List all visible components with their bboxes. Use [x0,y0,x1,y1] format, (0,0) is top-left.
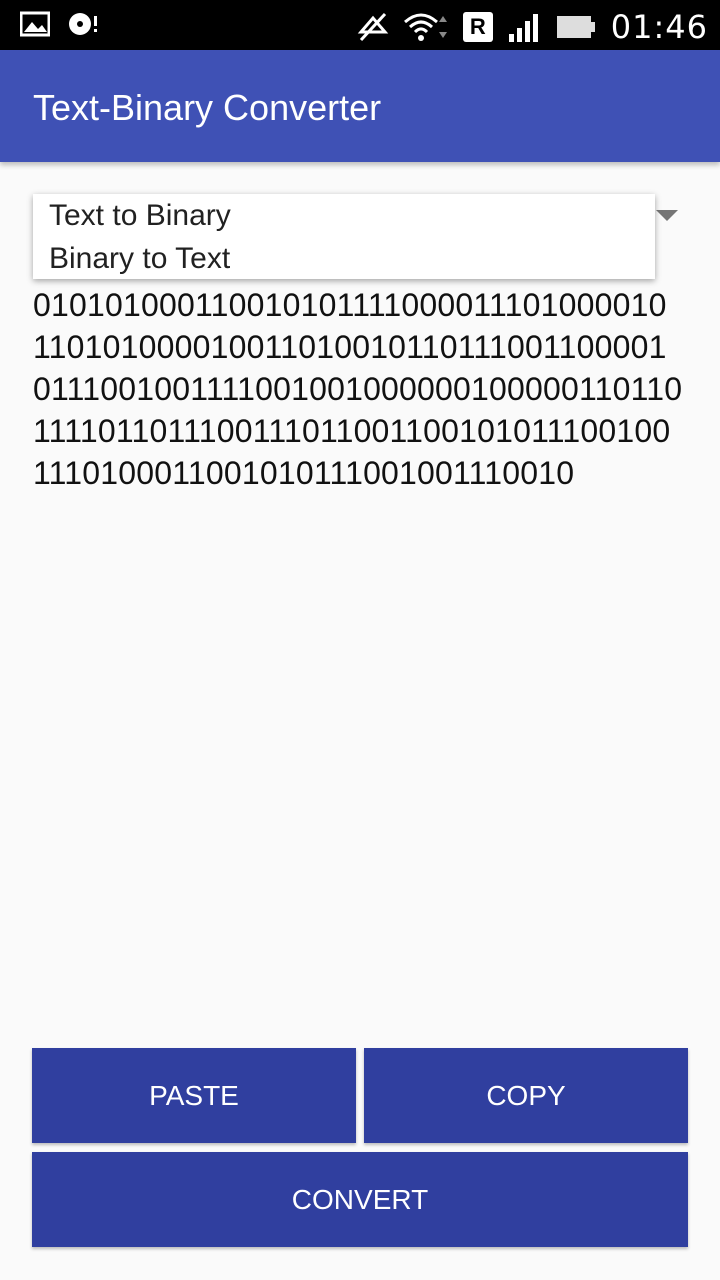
option-binary-to-text[interactable]: Binary to Text [33,237,655,280]
app-bar: Text-Binary Converter [0,50,720,162]
signal-icon [507,12,541,42]
clock: 01:46 [610,8,708,46]
status-bar: R 01:46 [0,0,720,50]
convert-button[interactable]: CONVERT [32,1152,688,1247]
roaming-icon: R [462,12,493,42]
option-text-to-binary[interactable]: Text to Binary [33,194,655,237]
app-title: Text-Binary Converter [33,87,382,128]
media-icon [66,10,100,40]
paste-button[interactable]: PASTE [32,1048,356,1143]
mode-dropdown-menu: Text to Binary Binary to Text [33,194,655,279]
wifi-icon [403,12,449,42]
gallery-icon [19,10,51,40]
binary-output[interactable]: 0101010001100101011110000111010000101101… [33,284,683,494]
mute-icon [357,12,389,42]
battery-icon [555,12,597,42]
dropdown-arrow-icon[interactable] [656,210,678,221]
copy-button[interactable]: COPY [364,1048,688,1143]
